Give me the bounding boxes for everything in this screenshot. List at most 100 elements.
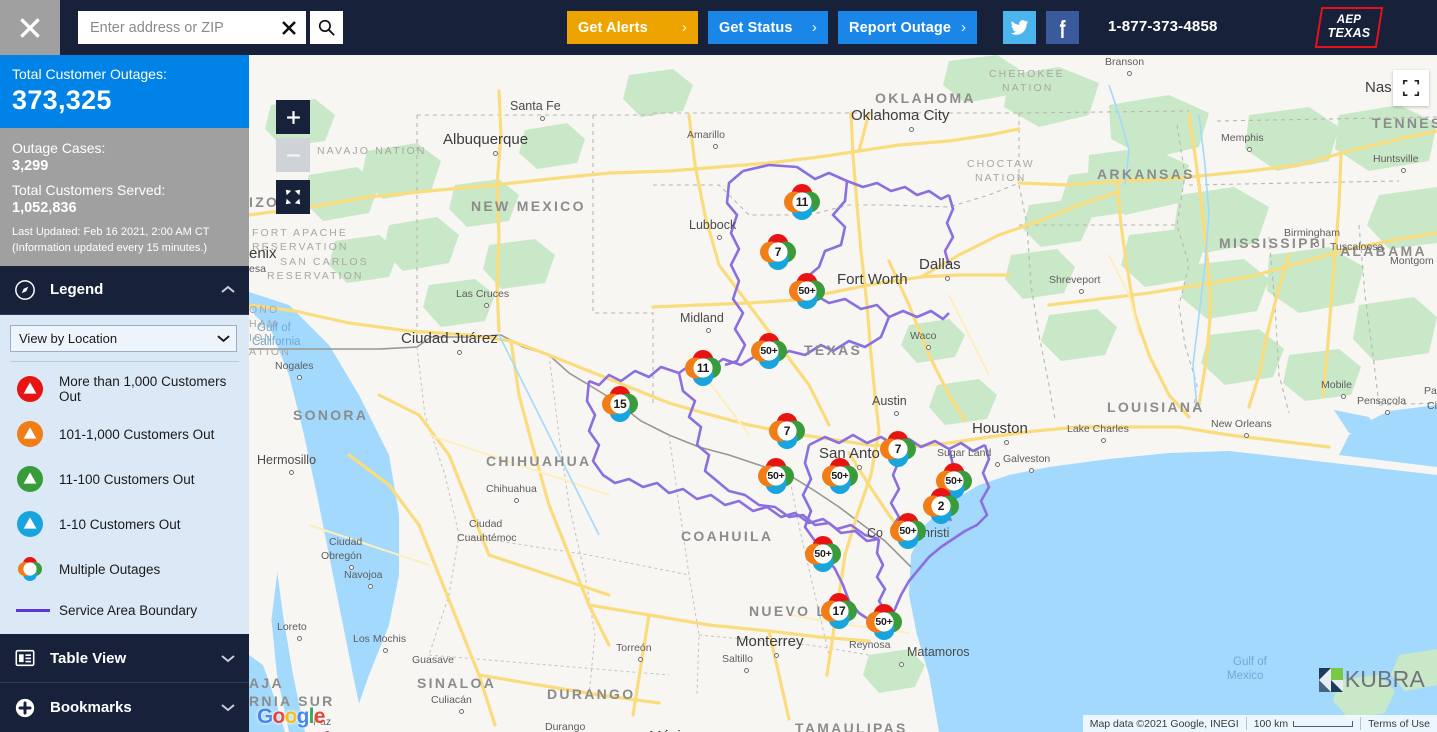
google-letter-o2: o bbox=[284, 705, 298, 728]
triangle-marker-icon bbox=[17, 421, 43, 448]
legend-label: More than 1,000 Customers Out bbox=[59, 374, 227, 405]
legend-item-101-1000[interactable]: 101-1,000 Customers Out bbox=[10, 412, 239, 457]
outage-cases-value: 3,299 bbox=[12, 157, 49, 174]
search-icon bbox=[318, 19, 335, 36]
get-alerts-button[interactable]: Get Alerts › bbox=[567, 11, 698, 44]
clear-search-icon[interactable] bbox=[280, 19, 298, 37]
outage-cluster-marker[interactable]: 7 bbox=[768, 412, 806, 450]
table-view-panel-header[interactable]: Table View bbox=[0, 634, 249, 683]
chevron-right-icon: › bbox=[681, 19, 687, 36]
fullscreen-icon bbox=[1402, 79, 1420, 97]
map-city-dot bbox=[899, 662, 904, 667]
map-city-dot bbox=[349, 565, 354, 570]
map-city-dot bbox=[774, 653, 779, 658]
outage-cluster-marker[interactable]: 17 bbox=[820, 592, 858, 630]
outage-cluster-marker[interactable]: 11 bbox=[684, 349, 722, 387]
terms-of-use-link[interactable]: Terms of Use bbox=[1361, 715, 1437, 732]
kubra-mark-icon bbox=[1318, 667, 1343, 692]
outage-cluster-marker[interactable]: 7 bbox=[879, 430, 917, 468]
recenter-map-button[interactable] bbox=[276, 180, 310, 214]
kubra-logo[interactable]: KUBRA bbox=[1318, 666, 1425, 693]
map-city-dot bbox=[894, 411, 899, 416]
map-city-dot bbox=[540, 116, 545, 121]
google-letter-g1: G bbox=[257, 705, 273, 728]
map-city-dot bbox=[1247, 147, 1252, 152]
outage-map[interactable]: NAVAJO NATION OKLAHOMA CHEROKEE NATION CHOCT… bbox=[249, 55, 1437, 732]
multi-outage-icon bbox=[18, 557, 42, 582]
outage-cases-label: Outage Cases: bbox=[12, 139, 106, 156]
get-status-label: Get Status bbox=[719, 19, 793, 36]
map-city-dot bbox=[1127, 71, 1132, 76]
total-outages-label: Total Customer Outages: bbox=[12, 66, 167, 82]
chevron-right-icon: › bbox=[811, 19, 817, 36]
outage-cluster-marker[interactable]: 50+ bbox=[865, 603, 903, 641]
google-logo[interactable]: G o o g l e bbox=[257, 705, 325, 729]
legend-label: 11-100 Customers Out bbox=[59, 471, 195, 487]
outage-count-label: 50+ bbox=[875, 616, 893, 628]
expand-arrows-icon bbox=[285, 189, 301, 205]
aep-texas-logo[interactable]: AEP TEXAS bbox=[1314, 7, 1384, 48]
legend-item-11-100[interactable]: 11-100 Customers Out bbox=[10, 457, 239, 502]
twitter-link[interactable] bbox=[1003, 11, 1036, 44]
legend-item-1-10[interactable]: 1-10 Customers Out bbox=[10, 502, 239, 547]
last-updated-text: Last Updated: Feb 16 2021, 2:00 AM CT bbox=[12, 225, 210, 238]
zoom-out-button[interactable] bbox=[276, 138, 310, 172]
fullscreen-button[interactable] bbox=[1393, 70, 1429, 106]
outage-count-label: 50+ bbox=[760, 345, 778, 357]
google-letter-o1: o bbox=[272, 705, 286, 728]
map-city-dot bbox=[713, 144, 718, 149]
outage-cluster-marker[interactable]: 50+ bbox=[821, 457, 859, 495]
legend-items: More than 1,000 Customers Out 101-1,000 … bbox=[10, 362, 239, 630]
outage-cluster-marker[interactable]: 50+ bbox=[750, 332, 788, 370]
outage-count-label: 50+ bbox=[814, 548, 832, 560]
map-city-dot bbox=[945, 276, 950, 281]
report-outage-label: Report Outage bbox=[849, 19, 951, 36]
customers-served-label: Total Customers Served: bbox=[12, 181, 166, 198]
search-button[interactable] bbox=[310, 11, 343, 44]
map-zoom-controls bbox=[276, 100, 310, 214]
legend-item-service-boundary: Service Area Boundary bbox=[10, 592, 239, 630]
outage-cluster-marker[interactable]: 7 bbox=[759, 233, 797, 271]
get-status-button[interactable]: Get Status › bbox=[708, 11, 828, 44]
legend-item-multiple-outages[interactable]: Multiple Outages bbox=[10, 547, 239, 592]
map-city-dot bbox=[1004, 440, 1009, 445]
table-icon bbox=[15, 649, 35, 667]
outage-count-label: 7 bbox=[783, 424, 791, 438]
triangle-marker-icon bbox=[17, 466, 43, 493]
kubra-wordmark: KUBRA bbox=[1344, 666, 1425, 692]
report-outage-button[interactable]: Report Outage › bbox=[838, 11, 978, 44]
map-city-dot bbox=[1244, 433, 1249, 438]
map-city-dot bbox=[744, 668, 749, 673]
close-panel-button[interactable] bbox=[0, 0, 60, 55]
map-city-dot bbox=[493, 151, 498, 156]
triangle-marker-icon bbox=[17, 376, 43, 403]
outage-count-label: 7 bbox=[774, 245, 782, 259]
outage-count-label: 11 bbox=[795, 195, 809, 209]
outage-cluster-marker[interactable]: 11 bbox=[783, 183, 821, 221]
map-city-dot bbox=[297, 375, 302, 380]
map-city-dot bbox=[1314, 242, 1319, 247]
support-phone-number[interactable]: 1-877-373-4858 bbox=[1108, 18, 1218, 35]
boundary-line-swatch bbox=[16, 609, 50, 613]
map-canvas bbox=[249, 55, 1437, 732]
outage-cluster-marker[interactable]: 50+ bbox=[788, 272, 826, 310]
outage-cluster-marker[interactable]: 50+ bbox=[757, 457, 795, 495]
outage-cluster-marker[interactable]: 2 bbox=[922, 487, 960, 525]
outage-cluster-marker[interactable]: 50+ bbox=[889, 512, 927, 550]
view-by-select[interactable]: View by LocationView by CountyView by ZI… bbox=[10, 324, 237, 352]
plus-circle-icon bbox=[15, 698, 35, 717]
bookmarks-panel-header[interactable]: Bookmarks bbox=[0, 683, 249, 732]
map-city-dot bbox=[459, 709, 464, 714]
legend-panel-header[interactable]: Legend bbox=[0, 265, 249, 315]
update-frequency-note: (Information updated every 15 minutes.) bbox=[12, 241, 208, 254]
get-alerts-label: Get Alerts bbox=[578, 19, 648, 36]
facebook-link[interactable] bbox=[1046, 11, 1079, 44]
search-area bbox=[78, 11, 343, 44]
outage-cluster-marker[interactable]: 50+ bbox=[804, 535, 842, 573]
zoom-in-button[interactable] bbox=[276, 100, 310, 134]
compass-icon bbox=[15, 279, 35, 300]
search-input[interactable] bbox=[90, 12, 280, 43]
outage-cluster-marker[interactable]: 15 bbox=[601, 385, 639, 423]
legend-item-over-1000[interactable]: More than 1,000 Customers Out bbox=[10, 367, 239, 412]
legend-label: Service Area Boundary bbox=[59, 603, 198, 619]
